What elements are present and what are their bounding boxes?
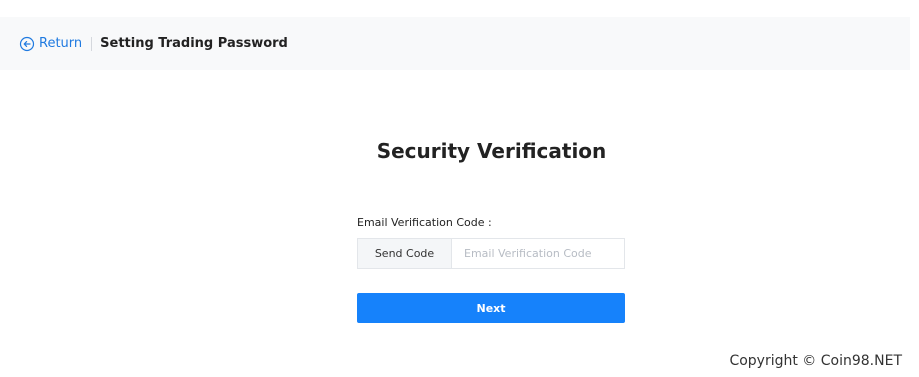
arrow-left-circle-icon xyxy=(19,36,35,52)
copyright-text: Copyright © Coin98.NET xyxy=(729,353,902,369)
top-bar: Return Setting Trading Password xyxy=(0,17,910,70)
return-link[interactable]: Return xyxy=(19,36,82,52)
next-button[interactable]: Next xyxy=(357,293,625,323)
page: Return Setting Trading Password Security… xyxy=(0,0,919,377)
security-verification-title: Security Verification xyxy=(376,139,607,163)
email-code-label: Email Verification Code : xyxy=(357,216,492,229)
return-label: Return xyxy=(39,36,83,51)
page-title: Setting Trading Password xyxy=(100,36,288,51)
send-code-button[interactable]: Send Code xyxy=(358,239,452,268)
email-code-row: Send Code xyxy=(357,238,625,269)
header-divider xyxy=(91,36,93,51)
email-code-input[interactable] xyxy=(452,239,624,268)
